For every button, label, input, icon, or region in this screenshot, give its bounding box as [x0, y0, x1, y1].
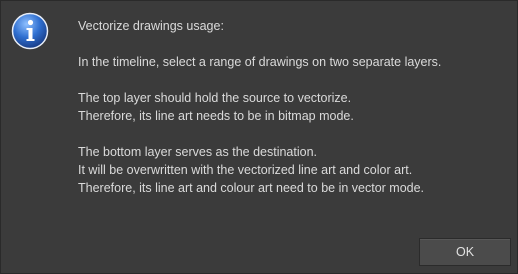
message-heading: Vectorize drawings usage: [78, 19, 224, 33]
message-paragraph-3: The bottom layer serves as the destinati… [78, 143, 516, 197]
dialog-message: Vectorize drawings usage: In the timelin… [78, 17, 516, 197]
message-line: Therefore, its line art needs to be in b… [78, 109, 354, 123]
ok-button[interactable]: OK [419, 238, 511, 266]
message-line: It will be overwritten with the vectoriz… [78, 163, 413, 177]
message-line: The top layer should hold the source to … [78, 91, 352, 105]
message-paragraph-2: The top layer should hold the source to … [78, 89, 516, 125]
message-line: The bottom layer serves as the destinati… [78, 145, 318, 159]
message-line: Therefore, its line art and colour art n… [78, 181, 425, 195]
message-paragraph-1: In the timeline, select a range of drawi… [78, 55, 442, 69]
info-icon [11, 12, 49, 50]
message-dialog: Vectorize drawings usage: In the timelin… [0, 0, 518, 274]
